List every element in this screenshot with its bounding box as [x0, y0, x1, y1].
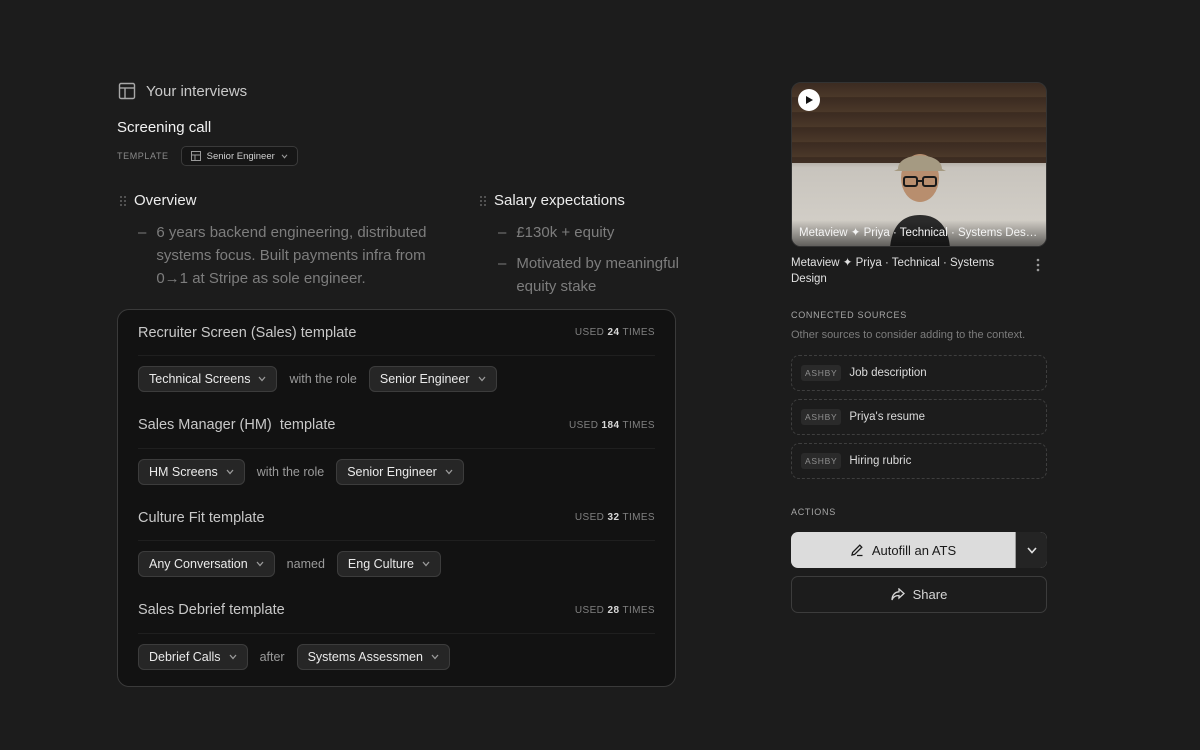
autofill-label: Autofill an ATS — [871, 542, 957, 558]
layout-icon — [118, 82, 136, 100]
call-title: Screening call — [117, 119, 212, 136]
table-icon — [190, 151, 201, 161]
usage-count: USED 24 TIMES — [574, 327, 655, 338]
pen-icon — [850, 544, 863, 557]
template-name: Sales Manager (HM) template — [138, 417, 336, 433]
page-header: Your interviews — [118, 82, 247, 100]
template-item: Sales Debrief template USED 28 TIMES Deb… — [138, 588, 655, 681]
meeting-type-dropdown[interactable]: Any Conversation — [138, 551, 275, 577]
meeting-type-dropdown[interactable]: Technical Screens — [138, 366, 278, 392]
after-dropdown[interactable]: Systems Assessmen — [296, 643, 450, 670]
templates-panel: Recruiter Screen (Sales) template USED 2… — [117, 309, 676, 687]
overview-title: Overview — [134, 192, 197, 209]
chevron-down-icon — [281, 153, 288, 159]
meeting-type-dropdown[interactable]: Debrief Calls — [138, 643, 248, 670]
chevron-down-icon — [1026, 546, 1037, 554]
chevron-down-icon — [229, 654, 237, 659]
usage-count: USED 32 TIMES — [574, 512, 655, 523]
source-name: Hiring rubric — [849, 455, 912, 467]
template-item: Recruiter Screen (Sales) template USED 2… — [138, 310, 655, 403]
drag-handle-icon[interactable] — [480, 195, 486, 206]
template-row: TEMPLATE Senior Engineer — [117, 146, 298, 166]
chevron-down-icon — [258, 376, 266, 382]
source-hiring-rubric[interactable]: ASHBY Hiring rubric — [791, 443, 1047, 479]
source-job-description[interactable]: ASHBY Job description — [791, 355, 1047, 391]
salary-bullet: – Motivated by meaningful equity stake — [498, 255, 679, 295]
condition-connector: with the role — [256, 464, 325, 479]
connected-sources-subtext: Other sources to consider adding to the … — [791, 329, 1026, 341]
template-select-value: Senior Engineer — [206, 150, 275, 162]
source-tag: ASHBY — [801, 365, 842, 381]
source-name: Job description — [849, 367, 927, 379]
chevron-down-icon — [445, 469, 453, 474]
page-title: Your interviews — [146, 82, 248, 100]
autofill-button-group: Autofill an ATS — [791, 532, 1047, 568]
template-item: Sales Manager (HM) template USED 184 TIM… — [138, 403, 655, 496]
connected-sources-heading: CONNECTED SOURCES — [791, 310, 907, 320]
role-dropdown[interactable]: Senior Engineer — [368, 366, 497, 392]
salary-title: Salary expectations — [494, 192, 625, 209]
template-select[interactable]: Senior Engineer — [180, 146, 298, 166]
more-options-icon[interactable] — [1034, 258, 1042, 272]
condition-connector: after — [259, 649, 285, 664]
video-title: Metaview ✦ Priya · Technical · Systems D… — [791, 257, 995, 285]
actions-heading: ACTIONS — [791, 507, 836, 517]
play-button[interactable] — [798, 89, 820, 111]
template-name: Recruiter Screen (Sales) template — [138, 324, 357, 341]
name-dropdown[interactable]: Eng Culture — [336, 551, 441, 577]
source-resume[interactable]: ASHBY Priya's resume — [791, 399, 1047, 435]
usage-count: USED 184 TIMES — [568, 419, 655, 431]
share-icon — [890, 588, 905, 601]
autofill-dropdown-button[interactable] — [1015, 532, 1047, 568]
source-name: Priya's resume — [849, 411, 926, 423]
drag-handle-icon[interactable] — [120, 195, 126, 206]
salary-section: Salary expectations – £130k + equity – Mot… — [480, 192, 710, 306]
chevron-down-icon — [226, 469, 234, 474]
video-caption: Metaview ✦ Priya · Technical · Systems D… — [792, 220, 1046, 246]
overview-section: Overview –6 years backend engineering, d… — [120, 192, 460, 298]
chevron-down-icon — [422, 561, 430, 567]
chevron-down-icon — [478, 376, 486, 382]
template-item: Culture Fit template USED 32 TIMES Any C… — [138, 495, 655, 588]
meeting-type-dropdown[interactable]: HM Screens — [138, 458, 245, 485]
condition-connector: with the role — [289, 372, 357, 386]
overview-bullet: –6 years backend engineering, distribute… — [138, 224, 427, 287]
condition-connector: named — [286, 557, 325, 571]
chevron-down-icon — [256, 561, 264, 567]
chevron-down-icon — [431, 654, 439, 659]
source-tag: ASHBY — [801, 409, 842, 425]
share-label: Share — [912, 587, 948, 602]
usage-count: USED 28 TIMES — [574, 604, 655, 616]
role-dropdown[interactable]: Senior Engineer — [336, 458, 464, 485]
salary-bullet: – £130k + equity — [498, 224, 615, 241]
play-icon — [806, 96, 813, 104]
template-label: TEMPLATE — [117, 151, 169, 161]
template-name: Sales Debrief template — [138, 602, 285, 618]
share-button[interactable]: Share — [791, 576, 1047, 613]
video-player[interactable]: Metaview ✦ Priya · Technical · Systems D… — [791, 82, 1047, 247]
autofill-button[interactable]: Autofill an ATS — [791, 532, 1015, 568]
template-name: Culture Fit template — [138, 509, 265, 526]
source-tag: ASHBY — [801, 453, 842, 469]
